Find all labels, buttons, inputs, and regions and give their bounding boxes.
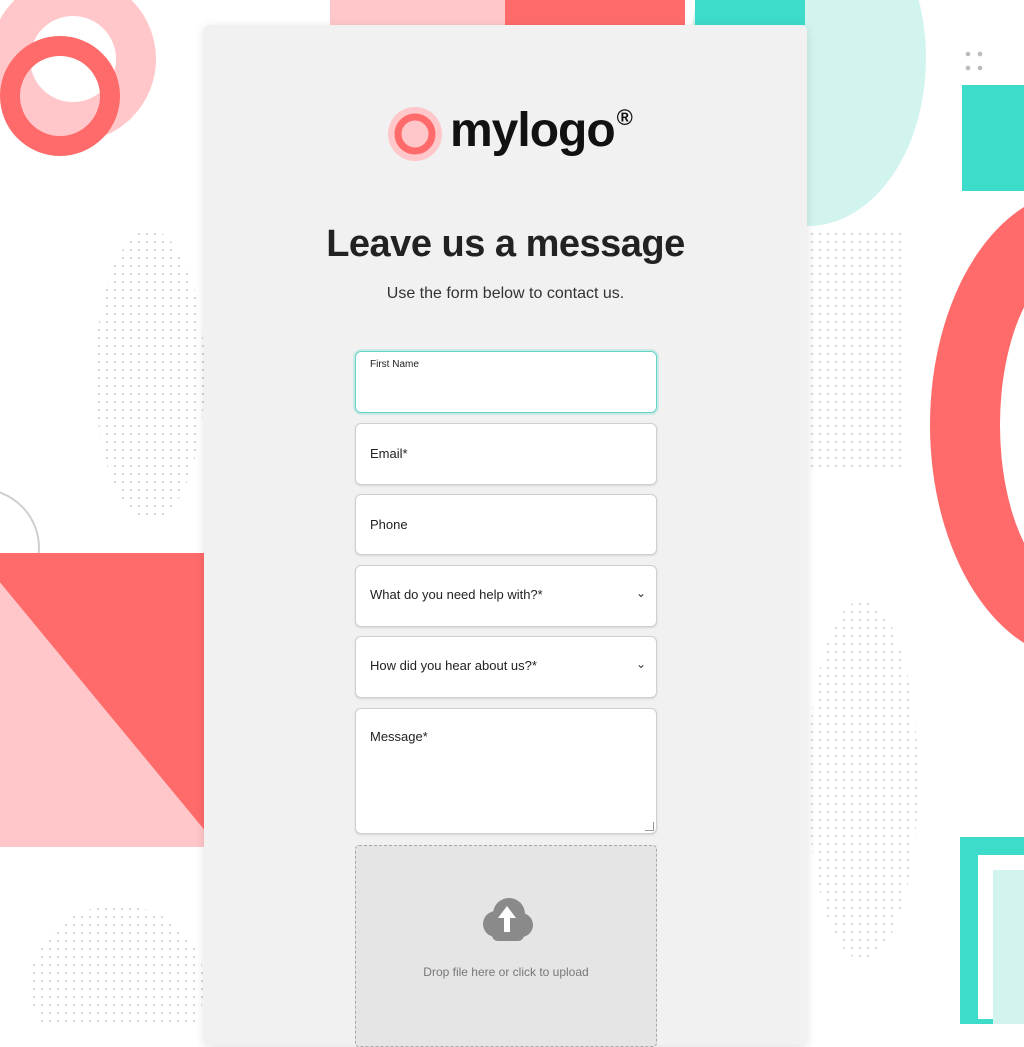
small-dots-shape [962,47,986,75]
logo-mark-icon [388,107,442,161]
dots-pattern-left [95,230,205,520]
file-upload-dropzone[interactable]: Drop file here or click to upload [355,845,657,1047]
message-textarea[interactable]: Message* [355,708,657,834]
dots-pattern-right [808,230,903,470]
help-topic-label: What do you need help with?* [370,587,543,602]
resize-handle[interactable] [645,822,654,831]
page-subtitle: Use the form below to contact us. [386,285,625,302]
first-name-label: First Name [370,359,419,370]
teal-square-shape [962,85,1024,191]
cloud-upload-icon [483,898,533,941]
teal-top-block [695,0,805,25]
brand-name: mylogo® [450,103,633,157]
top-pink-block [330,0,510,25]
brand-logo: mylogo® [386,103,633,163]
registered-mark: ® [616,104,633,130]
email-field[interactable]: Email* [355,423,657,485]
top-coral-block [505,0,685,25]
first-name-field[interactable]: First Name [355,351,657,413]
coral-large-ring [930,190,1024,660]
dots-pattern-right-lower [808,600,918,960]
page-title: Leave us a message [326,223,685,265]
message-label: Message* [370,729,428,744]
coral-ring-shape [0,36,120,156]
referral-source-select[interactable]: How did you hear about us?* ⌄ [355,636,657,698]
referral-source-label: How did you hear about us?* [370,658,537,673]
email-label: Email* [370,446,408,461]
chevron-down-icon: ⌄ [635,586,646,600]
dots-pattern-bottom-left [30,905,205,1024]
phone-field[interactable]: Phone [355,494,657,555]
upload-instructions: Drop file here or click to upload [423,965,589,979]
light-teal-inner-shape [993,870,1024,1024]
phone-label: Phone [370,517,408,532]
chevron-down-icon: ⌄ [635,657,646,671]
help-topic-select[interactable]: What do you need help with?* ⌄ [355,565,657,627]
contact-form-card: mylogo® Leave us a message Use the form … [204,25,807,1047]
